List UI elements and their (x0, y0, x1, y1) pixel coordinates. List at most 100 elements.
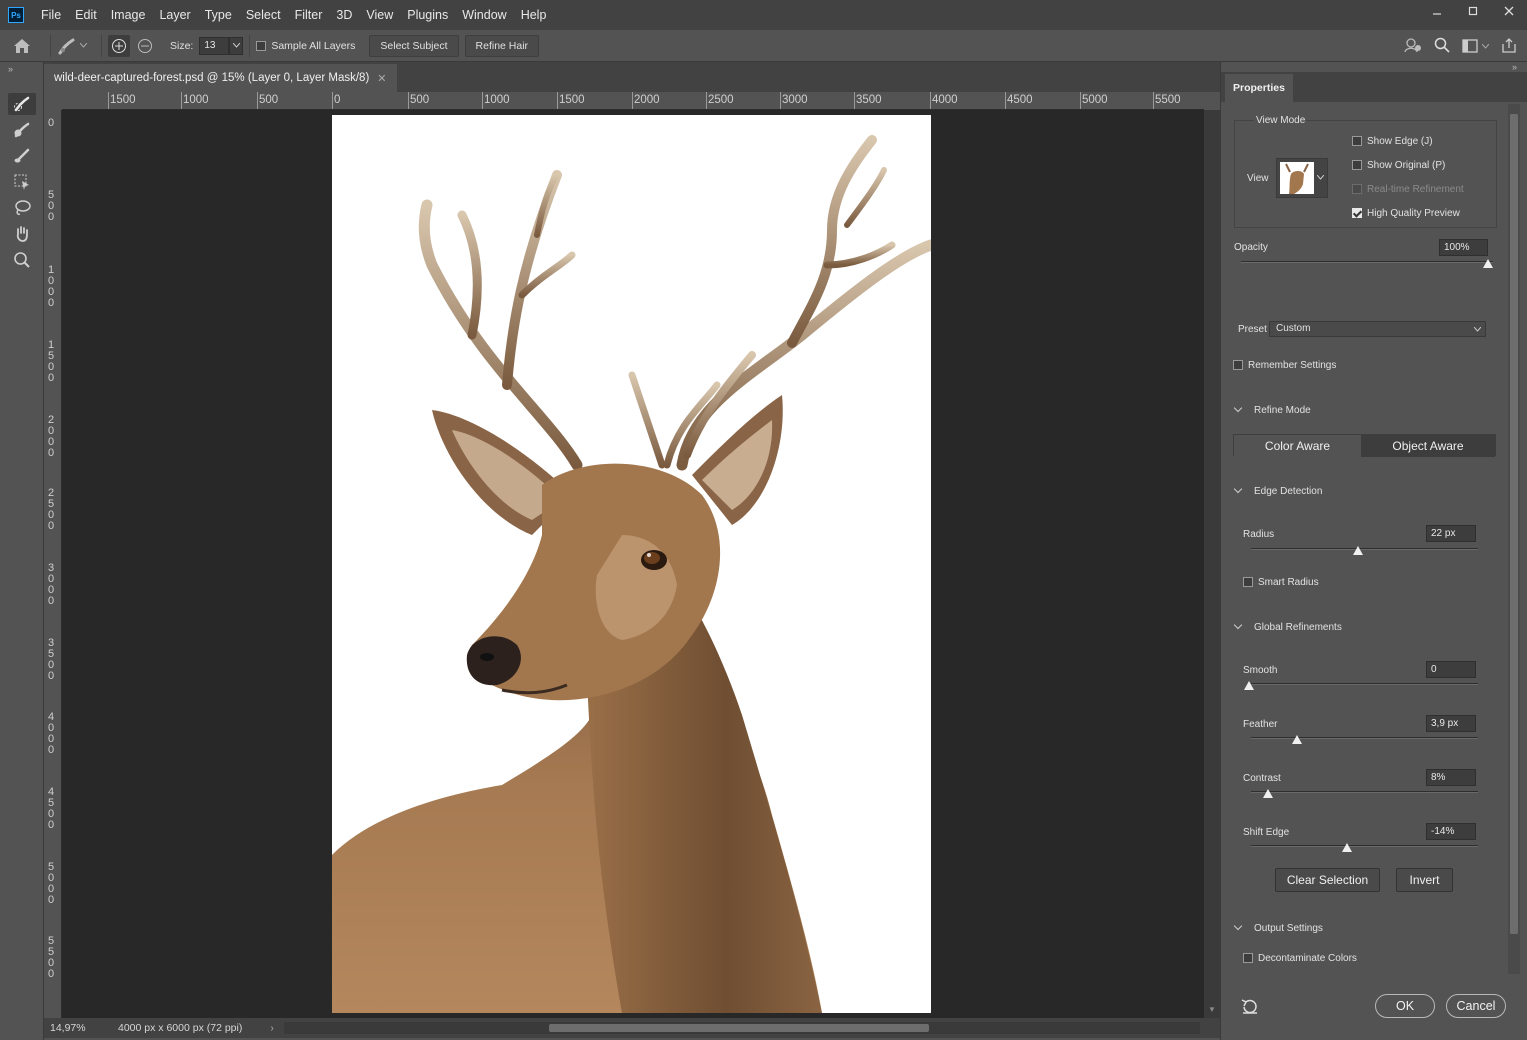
smooth-slider-thumb[interactable] (1244, 681, 1254, 690)
menu-window[interactable]: Window (455, 0, 513, 30)
learn-icon[interactable] (1404, 37, 1422, 56)
opacity-input[interactable]: 100% (1439, 239, 1488, 256)
workspace-icon[interactable] (1462, 39, 1489, 53)
maximize-icon[interactable] (1455, 0, 1491, 22)
decontaminate-colors-checkbox[interactable]: Decontaminate Colors (1243, 953, 1357, 964)
size-dropdown[interactable] (229, 36, 244, 55)
close-tab-icon[interactable]: ✕ (377, 72, 386, 85)
preset-dropdown[interactable]: Custom (1269, 321, 1486, 337)
checkbox-box[interactable] (1243, 577, 1253, 588)
edge-detection-chevron-icon[interactable] (1233, 484, 1243, 494)
feather-input[interactable]: 3,9 px (1426, 715, 1476, 732)
edge-detection-title[interactable]: Edge Detection (1254, 486, 1322, 497)
search-icon[interactable] (1434, 37, 1450, 56)
radius-slider-thumb[interactable] (1353, 546, 1363, 555)
contrast-input[interactable]: 8% (1426, 769, 1476, 786)
opacity-slider-thumb[interactable] (1483, 259, 1493, 268)
output-settings-chevron-icon[interactable] (1233, 921, 1243, 931)
smooth-slider[interactable] (1251, 683, 1478, 685)
ok-button[interactable]: OK (1375, 994, 1435, 1018)
select-subject-button[interactable]: Select Subject (369, 34, 459, 57)
show-edge-checkbox[interactable]: Show Edge (J) (1352, 136, 1433, 147)
invert-button[interactable]: Invert (1396, 868, 1453, 892)
scroll-down-icon[interactable]: ▼ (1208, 1005, 1216, 1014)
canvas-area[interactable] (62, 110, 1204, 1018)
feather-slider[interactable] (1251, 737, 1478, 739)
horizontal-ruler[interactable]: 1500 1000 500 0 500 1000 1500 2000 2500 3000 3500 4… (62, 92, 1204, 110)
checkbox-box[interactable] (1233, 360, 1243, 371)
checkbox-box[interactable] (1243, 953, 1253, 964)
shift-edge-slider[interactable] (1251, 845, 1478, 847)
collapse-toolbar-icon[interactable]: » (8, 64, 13, 74)
refine-mode-title[interactable]: Refine Mode (1254, 405, 1311, 416)
menu-image[interactable]: Image (104, 0, 153, 30)
ruler-origin[interactable] (44, 92, 62, 110)
refine-hair-button[interactable]: Refine Hair (464, 34, 540, 57)
menu-type[interactable]: Type (198, 0, 239, 30)
view-thumbnail[interactable] (1276, 158, 1328, 198)
document-tab[interactable]: wild-deer-captured-forest.psd @ 15% (Lay… (44, 64, 397, 92)
view-dropdown-icon[interactable] (1317, 175, 1324, 180)
menu-3d[interactable]: 3D (329, 0, 359, 30)
minimize-icon[interactable] (1419, 0, 1455, 22)
output-settings-title[interactable]: Output Settings (1254, 923, 1323, 934)
shift-edge-input[interactable]: -14% (1426, 823, 1476, 840)
zoom-icon[interactable] (8, 249, 36, 271)
home-icon[interactable] (0, 38, 44, 54)
checkbox-box[interactable] (1352, 184, 1362, 195)
global-refinements-chevron-icon[interactable] (1233, 620, 1243, 630)
menu-file[interactable]: File (34, 0, 68, 30)
add-to-selection-icon[interactable] (108, 34, 130, 57)
realtime-refinement-checkbox[interactable]: Real-time Refinement (1352, 184, 1464, 195)
checkbox-box[interactable] (1352, 208, 1362, 219)
global-refinements-title[interactable]: Global Refinements (1254, 622, 1342, 633)
document-canvas[interactable] (332, 115, 931, 1013)
menu-edit[interactable]: Edit (68, 0, 104, 30)
radius-slider[interactable] (1251, 548, 1478, 550)
tool-preset-icon[interactable] (57, 37, 95, 55)
panel-scrollbar[interactable] (1508, 104, 1520, 974)
object-selection-icon[interactable] (8, 171, 36, 193)
hand-icon[interactable] (8, 223, 36, 245)
radius-input[interactable]: 22 px (1426, 525, 1476, 542)
object-aware-button[interactable]: Object Aware (1361, 435, 1495, 457)
zoom-level[interactable]: 14,97% (44, 1022, 106, 1034)
menu-view[interactable]: View (359, 0, 400, 30)
horizontal-scrollbar[interactable] (284, 1022, 1200, 1034)
menu-plugins[interactable]: Plugins (400, 0, 455, 30)
vertical-scrollbar[interactable]: ▼ (1204, 110, 1220, 1018)
cancel-button[interactable]: Cancel (1446, 994, 1506, 1018)
refine-edge-brush-icon[interactable] (8, 119, 36, 141)
brush-icon[interactable] (8, 145, 36, 167)
menu-filter[interactable]: Filter (288, 0, 330, 30)
vertical-ruler[interactable]: 0 5 0 0 1 0 0 0 1 5 0 0 2 0 0 0 2 5 0 0 3 0 0 … (44, 110, 62, 1018)
checkbox-box[interactable] (1352, 136, 1362, 147)
show-original-checkbox[interactable]: Show Original (P) (1352, 160, 1445, 171)
high-quality-preview-checkbox[interactable]: High Quality Preview (1352, 208, 1460, 219)
clear-selection-button[interactable]: Clear Selection (1275, 868, 1380, 892)
opacity-slider[interactable] (1241, 261, 1493, 263)
menu-help[interactable]: Help (514, 0, 554, 30)
lasso-icon[interactable] (8, 197, 36, 219)
menu-select[interactable]: Select (239, 0, 288, 30)
remember-settings-checkbox[interactable]: Remember Settings (1233, 360, 1336, 371)
status-menu-icon[interactable]: › (270, 1022, 274, 1034)
size-input[interactable]: 13 (199, 36, 230, 55)
collapse-panel-icon[interactable]: » (1512, 62, 1517, 72)
panel-scrollbar-thumb[interactable] (1510, 114, 1518, 934)
share-icon[interactable] (1501, 37, 1517, 56)
reset-icon[interactable] (1241, 998, 1259, 1017)
contrast-slider-thumb[interactable] (1263, 789, 1273, 798)
document-info[interactable]: 4000 px x 6000 px (72 ppi) (118, 1022, 242, 1034)
scrollbar-thumb[interactable] (549, 1024, 929, 1032)
contrast-slider[interactable] (1251, 791, 1478, 793)
subtract-from-selection-icon[interactable] (134, 35, 156, 57)
color-aware-button[interactable]: Color Aware (1234, 435, 1361, 457)
checkbox-box[interactable] (256, 40, 267, 51)
close-window-icon[interactable] (1491, 0, 1527, 22)
checkbox-box[interactable] (1352, 160, 1362, 171)
refine-mode-chevron-icon[interactable] (1233, 403, 1243, 413)
smart-radius-checkbox[interactable]: Smart Radius (1243, 577, 1319, 588)
feather-slider-thumb[interactable] (1292, 735, 1302, 744)
shift-edge-slider-thumb[interactable] (1342, 843, 1352, 852)
